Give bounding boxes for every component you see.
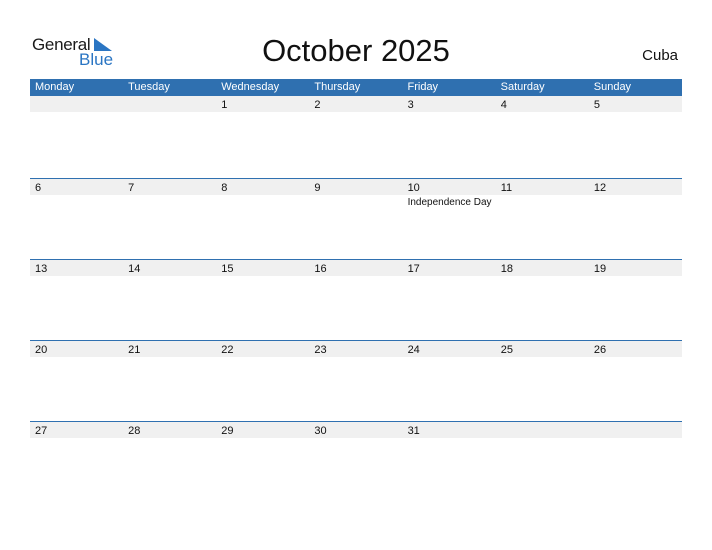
day-cell: 6 [30, 179, 123, 260]
day-number: 20 [35, 344, 48, 356]
week-row: 20 21 22 23 24 25 26 [30, 340, 682, 421]
weekday-saturday: Saturday [500, 81, 545, 93]
day-number: 7 [128, 182, 135, 194]
day-number: 14 [128, 263, 141, 275]
day-number: 8 [221, 182, 228, 194]
day-number: 25 [500, 344, 513, 356]
day-number: 6 [35, 182, 42, 194]
weekday-thursday: Thursday [314, 81, 361, 93]
day-cell: 27 [30, 422, 123, 503]
country-label: Cuba [642, 47, 678, 64]
day-cell: 17 [403, 260, 496, 341]
day-cell: 12 [589, 179, 682, 260]
day-number: 1 [221, 99, 228, 111]
weekday-wednesday: Wednesday [221, 81, 280, 93]
day-cell: 29 [216, 422, 309, 503]
weekday-tuesday: Tuesday [128, 81, 170, 93]
day-cell [496, 422, 589, 503]
day-cell: 18 [496, 260, 589, 341]
day-number: 15 [221, 263, 234, 275]
week-row: 13 14 15 16 17 18 19 [30, 259, 682, 340]
day-cell: 16 [309, 260, 402, 341]
day-number: 23 [314, 344, 327, 356]
day-number: 3 [407, 99, 414, 111]
day-cell [30, 96, 123, 177]
day-cell: 11 [496, 179, 589, 260]
day-cell [589, 422, 682, 503]
day-cell: 22 [216, 341, 309, 422]
day-number: 5 [593, 99, 600, 111]
day-number: 4 [500, 99, 507, 111]
day-cell: 8 [216, 179, 309, 260]
day-cell: 9 [309, 179, 402, 260]
day-number: 24 [407, 344, 420, 356]
week-row: 6 7 8 9 10 Independence Day 11 12 [30, 178, 682, 259]
day-number: 9 [314, 182, 321, 194]
day-cell: 15 [216, 260, 309, 341]
week-row: 27 28 29 30 31 [30, 421, 682, 502]
day-cell: 28 [123, 422, 216, 503]
calendar-title: October 2025 [262, 33, 450, 68]
weekday-sunday: Sunday [593, 81, 632, 93]
day-cell: 1 [216, 96, 309, 177]
day-cell [123, 96, 216, 177]
day-cell: 10 Independence Day [403, 179, 496, 260]
day-cell: 13 [30, 260, 123, 341]
day-number: 18 [500, 263, 513, 275]
day-cell: 23 [309, 341, 402, 422]
day-cell: 5 [589, 96, 682, 177]
day-number: 22 [221, 344, 234, 356]
day-number: 26 [593, 344, 607, 356]
day-number: 28 [128, 425, 141, 437]
weekday-friday: Friday [407, 81, 439, 93]
day-number: 30 [314, 425, 327, 437]
day-cell: 19 [589, 260, 682, 341]
day-number: 2 [314, 99, 321, 111]
day-cell: 31 [403, 422, 496, 503]
weekday-header: Monday Tuesday Wednesday Thursday Friday… [30, 79, 682, 96]
day-cell: 3 [403, 96, 496, 177]
day-cell: 25 [496, 341, 589, 422]
day-number: 19 [593, 263, 607, 275]
holiday-label: Independence Day [407, 197, 492, 208]
day-number: 12 [593, 182, 607, 194]
day-number: 13 [35, 263, 48, 275]
day-number: 10 [407, 182, 420, 194]
day-number: 17 [407, 263, 420, 275]
day-cell: 7 [123, 179, 216, 260]
day-cell: 30 [309, 422, 402, 503]
day-cell: 24 [403, 341, 496, 422]
week-row: 1 2 3 4 5 [30, 96, 682, 177]
day-cell: 2 [309, 96, 402, 177]
day-cell: 4 [496, 96, 589, 177]
day-cell: 26 [589, 341, 682, 422]
day-number: 16 [314, 263, 327, 275]
day-cell: 21 [123, 341, 216, 422]
day-number: 27 [35, 425, 48, 437]
day-number: 29 [221, 425, 234, 437]
day-cell: 14 [123, 260, 216, 341]
day-number: 31 [407, 425, 420, 437]
day-cell: 20 [30, 341, 123, 422]
weekday-monday: Monday [35, 81, 75, 93]
day-number: 21 [128, 344, 141, 356]
day-number: 11 [500, 182, 513, 194]
